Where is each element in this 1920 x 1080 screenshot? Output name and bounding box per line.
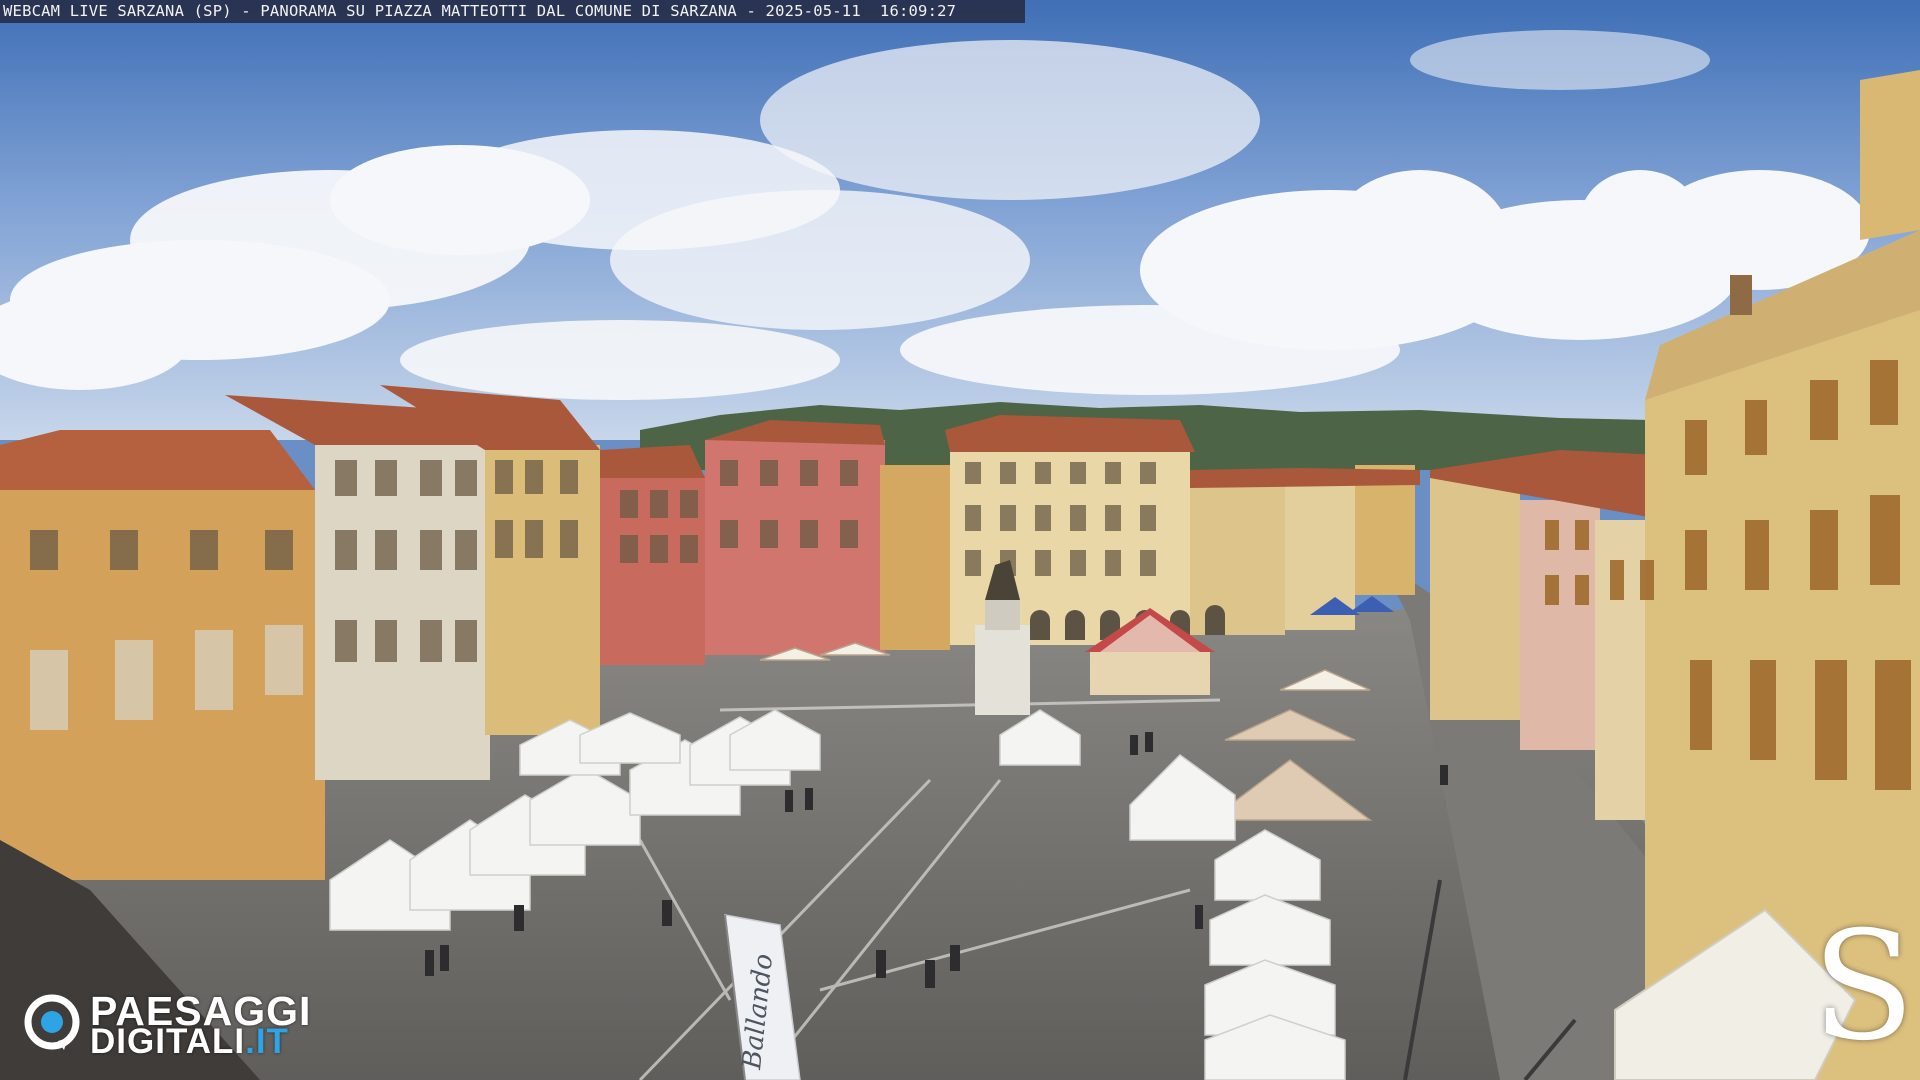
logo-line-2-accent: .IT bbox=[245, 1022, 289, 1061]
s-watermark-logo: S bbox=[1812, 900, 1915, 1074]
paesaggi-digitali-logo: PAESAGGI DIGITALI.IT bbox=[24, 988, 354, 1062]
webcam-frame: Ballando WEBCAM LIVE SARZANA (SP) - PANO… bbox=[0, 0, 1920, 1080]
camera-lens-icon bbox=[24, 994, 80, 1050]
piazza-scene: Ballando bbox=[0, 0, 1920, 1080]
webcam-caption: WEBCAM LIVE SARZANA (SP) - PANORAMA SU P… bbox=[0, 0, 1025, 23]
logo-line-2-main: DIGITALI bbox=[90, 1022, 246, 1061]
logo-line-2: DIGITALI.IT bbox=[90, 1022, 289, 1062]
